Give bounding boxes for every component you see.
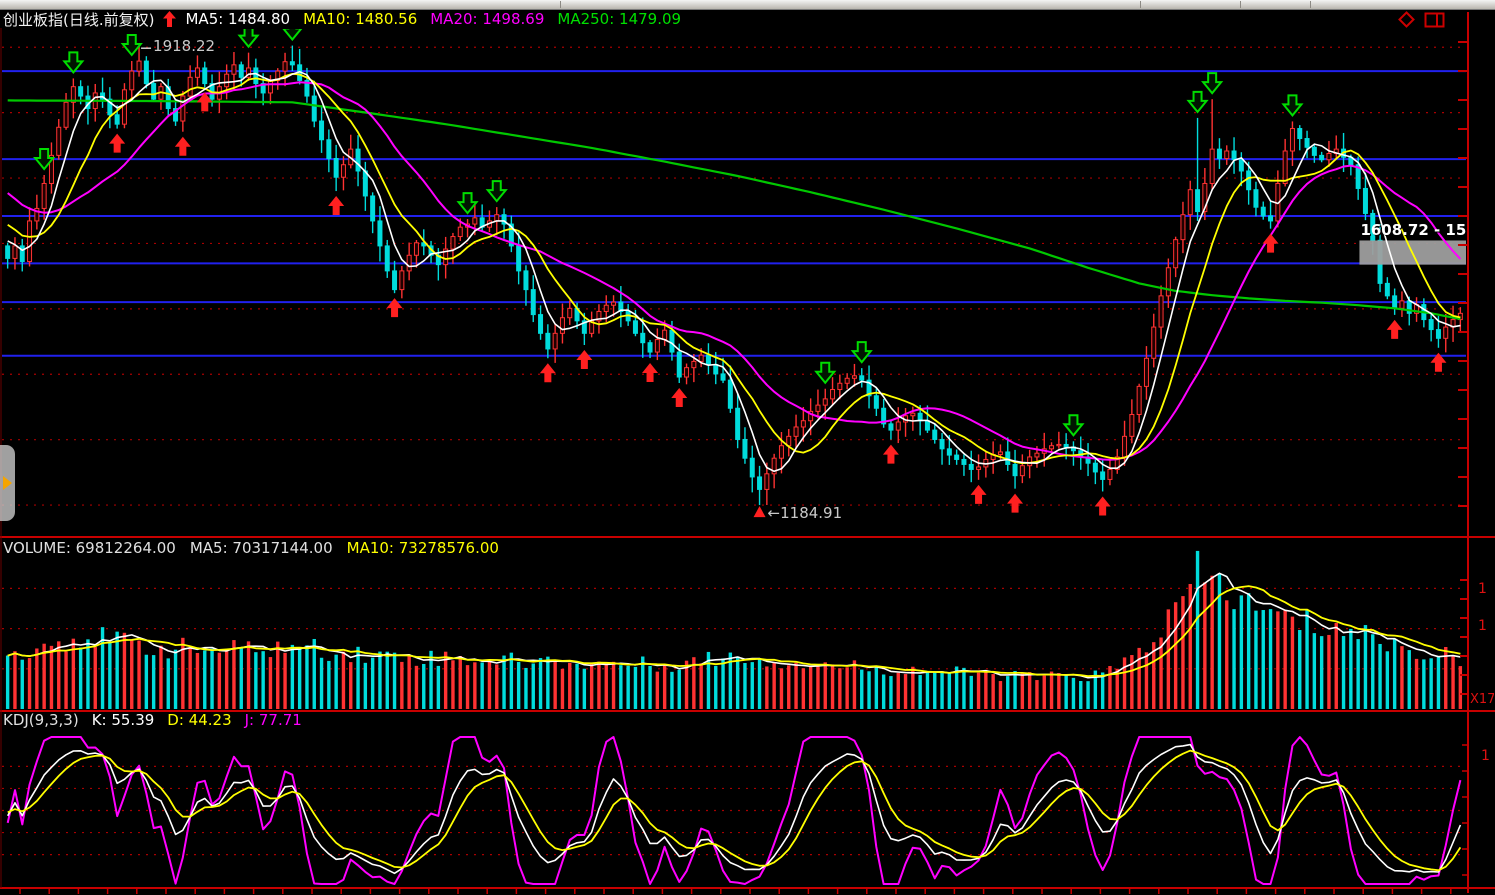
kdj-k-label: K: 55.39: [92, 711, 155, 729]
kdj-j-line: [8, 737, 1461, 884]
ma5-legend: MA5: 1484.80: [185, 10, 290, 28]
sell-arrow-icon: [1064, 415, 1082, 435]
ma10-legend: MA10: 1480.56: [303, 10, 417, 28]
main-chart-header: 创业板指(日线.前复权) MA5: 1484.80 MA10: 1480.56 …: [3, 10, 681, 28]
diamond-icon[interactable]: [1398, 11, 1415, 28]
application-window: 创业板指(日线.前复权) MA5: 1484.80 MA10: 1480.56 …: [0, 0, 1495, 895]
ma250-legend: MA250: 1479.09: [557, 10, 681, 28]
kdj-k-line: [8, 745, 1461, 874]
header-toolbar: [1398, 11, 1445, 28]
kdj-axis-label: 1: [1481, 748, 1490, 764]
low-price-label: ←1184.91: [768, 504, 843, 522]
sell-arrow-icon: [240, 27, 258, 47]
buy-arrow-icon: [328, 196, 344, 215]
window-top-strip: [0, 0, 1495, 10]
axes-frame: [0, 12, 1495, 894]
kdj-header: KDJ(9,3,3) K: 55.39 D: 44.23 J: 77.71: [3, 711, 302, 729]
sidebar-flyout-handle[interactable]: [0, 445, 15, 521]
volume-axis-label: 1: [1478, 581, 1487, 597]
sell-arrow-icon: [816, 363, 834, 383]
volume-unit-multiplier: X17: [1470, 692, 1494, 707]
split-window-icon[interactable]: [1424, 12, 1445, 28]
kdj-d-label: D: 44.23: [167, 711, 231, 729]
low-point-marker: [754, 506, 766, 517]
sell-arrow-icon: [488, 181, 506, 201]
strip-separator: [560, 1, 561, 8]
buy-arrow-icon: [540, 363, 556, 382]
signal-arrows: [35, 20, 1446, 516]
buy-arrow-icon: [1007, 494, 1023, 513]
volume-header: VOLUME: 69812264.00 MA5: 70317144.00 MA1…: [3, 539, 499, 557]
symbol-title[interactable]: 创业板指(日线.前复权): [3, 9, 154, 30]
buy-arrow-icon: [1387, 320, 1403, 339]
buy-arrow-icon: [642, 363, 658, 382]
sell-arrow-icon: [1189, 92, 1207, 112]
buy-arrow-icon: [1095, 496, 1111, 515]
buy-arrow-icon: [671, 388, 687, 407]
ma20-line: [8, 82, 1461, 460]
buy-arrow-icon: [883, 445, 899, 464]
buy-arrow-icon: [1263, 234, 1279, 253]
expand-arrow-icon: [3, 476, 12, 490]
sell-arrow-icon: [1203, 73, 1221, 93]
volume-ma10-label: MA10: 73278576.00: [347, 539, 499, 557]
sell-arrow-icon: [123, 35, 141, 55]
ma20-legend: MA20: 1498.69: [430, 10, 544, 28]
strip-separator: [1310, 1, 1311, 8]
gap-range-label: 1608.72 - 15: [1360, 221, 1466, 239]
buy-arrow-icon: [971, 485, 987, 504]
sell-arrow-icon: [459, 193, 477, 213]
buy-arrow-icon: [175, 137, 191, 156]
volume-axis-label: 1: [1478, 618, 1487, 634]
kdj-panel: [2, 737, 1466, 884]
strip-separator: [1240, 1, 1241, 8]
buy-arrow-icon: [576, 350, 592, 369]
sell-arrow-icon: [853, 342, 871, 362]
ma250-line: [8, 100, 1461, 319]
ma10-line: [8, 74, 1461, 463]
chart-canvas[interactable]: [0, 0, 1495, 895]
red-up-arrow-icon: [163, 11, 176, 27]
kdj-indicator-label[interactable]: KDJ(9,3,3): [3, 711, 79, 729]
kdj-j-label: J: 77.71: [245, 711, 302, 729]
candlestick-series: [6, 46, 1463, 506]
sell-arrow-icon: [64, 52, 82, 72]
volume-value-label: VOLUME: 69812264.00: [3, 539, 176, 557]
volume-ma5-label: MA5: 70317144.00: [190, 539, 333, 557]
ma5-line: [8, 72, 1461, 472]
strip-separator: [1140, 1, 1141, 8]
main-price-panel: [2, 20, 1466, 518]
high-price-label: 1918.22: [153, 37, 215, 55]
buy-arrow-icon: [387, 298, 403, 317]
buy-arrow-icon: [109, 134, 125, 153]
volume-panel: [2, 551, 1466, 709]
